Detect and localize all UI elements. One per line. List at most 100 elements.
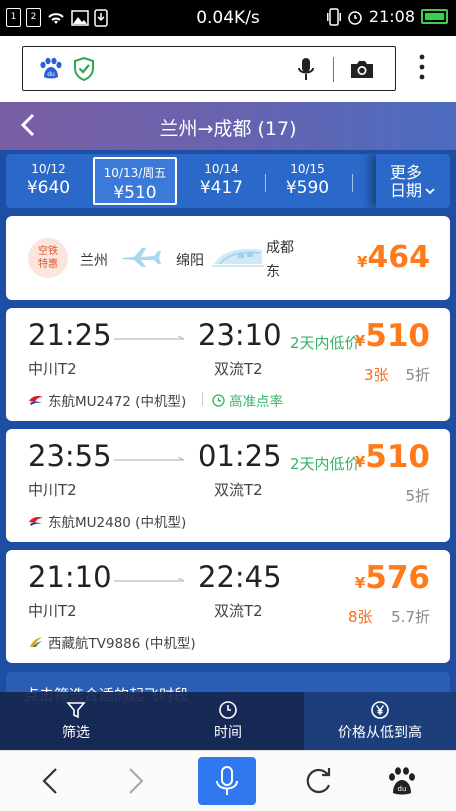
airline-info: 西藏航TV9886 (中机型): [28, 632, 196, 652]
date-item[interactable]: 10/14 ¥417: [179, 154, 264, 208]
funnel-icon: [66, 702, 86, 719]
yen-icon: [371, 701, 389, 719]
divider: [202, 392, 203, 406]
date-price: ¥510: [113, 183, 157, 203]
flight-price: ¥510: [355, 439, 430, 475]
more-dates-label: 更多: [390, 163, 423, 182]
date-item[interactable]: 10/12 ¥640: [6, 154, 91, 208]
flight-card[interactable]: 21:25 23:10 中川T2 双流T2 2天内低价 ¥510 3张 5折 东…: [6, 308, 450, 421]
date-label: 10/13/周五: [103, 166, 167, 180]
plane-icon: [122, 248, 161, 267]
seats-left: 3张: [364, 366, 389, 384]
date-selector: 10/12 ¥640 10/13/周五 ¥510 10/14 ¥417 10/1…: [0, 150, 456, 212]
page-header: 兰州→成都 (17): [0, 102, 456, 150]
forward-icon[interactable]: [114, 761, 154, 801]
more-dates-label: 日期: [390, 181, 423, 200]
price-value: 464: [367, 240, 430, 275]
baidu-paw-icon[interactable]: du: [37, 56, 63, 82]
station-name: 东: [266, 264, 280, 280]
train-icon: [212, 248, 264, 267]
badge-text: 空铁: [38, 246, 58, 257]
date-label: 10/14: [204, 162, 239, 176]
discount: 5折: [405, 487, 430, 505]
clock-icon: [219, 701, 237, 719]
transfer-price: ¥464: [357, 240, 430, 275]
airline-name: 东航MU2472 (中机型): [48, 394, 187, 410]
low-price-tag: 2天内低价: [290, 455, 360, 473]
departure-airport: 中川T2: [28, 481, 77, 499]
page-title: 兰州→成都 (17): [159, 118, 297, 140]
currency-symbol: ¥: [354, 574, 366, 592]
baidu-paw-icon[interactable]: du: [382, 761, 422, 801]
date-item[interactable]: 10/15 ¥590: [265, 154, 350, 208]
flight-card[interactable]: 23:55 01:25 中川T2 双流T2 2天内低价 ¥510 5折 东航MU…: [6, 429, 450, 542]
vibrate-icon: [326, 7, 341, 26]
price-value: 510: [365, 318, 430, 354]
date-label: 10/15: [290, 162, 325, 176]
date-label: 10/12: [31, 162, 66, 176]
voice-search-button[interactable]: [198, 757, 256, 805]
arrival-airport: 双流T2: [214, 481, 263, 499]
clock-icon: [212, 393, 225, 407]
route-arrow-icon: [114, 457, 185, 461]
microphone-icon: [216, 766, 238, 795]
airline-name: 东航MU2480 (中机型): [48, 515, 187, 531]
route-arrow-icon: [114, 578, 185, 582]
seats-left: 8张: [348, 608, 373, 626]
time-label: 时间: [214, 725, 242, 741]
alarm-icon: [348, 10, 362, 25]
svg-text:du: du: [47, 71, 55, 78]
filter-button[interactable]: 筛选: [0, 692, 152, 750]
china-eastern-logo-icon: [29, 396, 43, 405]
time-sort-button[interactable]: 时间: [152, 692, 304, 750]
arrival-airport: 双流T2: [214, 360, 263, 378]
tibet-airlines-logo-icon: [30, 637, 42, 647]
price-value: 510: [365, 439, 430, 475]
airline-info: 东航MU2472 (中机型): [28, 390, 186, 410]
shield-check-icon: [74, 56, 94, 82]
departure-airport: 中川T2: [28, 360, 77, 378]
back-icon[interactable]: [32, 761, 72, 801]
station-name: 成都: [266, 240, 294, 256]
price-value: 576: [365, 560, 430, 596]
on-time-label: 高准点率: [229, 394, 283, 410]
bottom-filter-bar: 筛选 时间 价格从低到高: [0, 692, 456, 750]
discount: 5折: [405, 366, 430, 384]
more-dates-button[interactable]: 更多 日期: [376, 154, 450, 208]
currency-symbol: ¥: [354, 332, 366, 350]
airline-info: 东航MU2480 (中机型): [28, 511, 186, 531]
browser-navigation-bar: du: [0, 750, 456, 811]
chevron-down-icon: [425, 188, 435, 195]
microphone-icon[interactable]: [297, 57, 315, 83]
more-vertical-icon[interactable]: [414, 52, 430, 82]
flight-card[interactable]: 21:10 22:45 中川T2 双流T2 ¥576 8张 5.7折 西藏航TV…: [6, 550, 450, 663]
camera-icon[interactable]: [349, 58, 375, 80]
air-rail-transfer-card[interactable]: 空铁 特惠 兰州 绵阳 成都 东 ¥464: [6, 216, 450, 300]
currency-symbol: ¥: [354, 453, 366, 471]
date-item-selected[interactable]: 10/13/周五 ¥510: [93, 157, 177, 205]
route-arrow-icon: [114, 336, 185, 340]
refresh-icon[interactable]: [298, 761, 338, 801]
low-price-tag: 2天内低价: [290, 334, 360, 352]
browser-search-bar: du: [0, 36, 456, 102]
date-list: 10/12 ¥640 10/13/周五 ¥510 10/14 ¥417 10/1…: [6, 154, 450, 208]
search-input[interactable]: du: [22, 46, 396, 91]
departure-time: 21:25: [28, 318, 112, 352]
departure-time: 23:55: [28, 439, 112, 473]
destination-station: 成都 东: [266, 236, 302, 284]
badge-text: 特惠: [38, 259, 58, 270]
transfer-city: 绵阳: [176, 253, 204, 269]
status-icons-right: 21:08: [326, 7, 448, 26]
arrival-time: 01:25: [198, 439, 282, 473]
filter-label: 筛选: [62, 725, 90, 741]
svg-text:du: du: [398, 785, 407, 793]
on-time-rate: 高准点率: [212, 390, 283, 410]
date-price: ¥640: [26, 178, 71, 198]
flight-price: ¥576: [355, 560, 430, 596]
arrival-time: 23:10: [198, 318, 282, 352]
price-sort-button[interactable]: 价格从低到高: [304, 692, 456, 750]
air-rail-deal-badge: 空铁 特惠: [28, 238, 68, 278]
origin-city: 兰州: [80, 253, 108, 269]
flight-list: 空铁 特惠 兰州 绵阳 成都 东 ¥464 21:25 23:10 中川T2 双…: [0, 212, 456, 712]
arrival-time: 22:45: [198, 560, 282, 594]
